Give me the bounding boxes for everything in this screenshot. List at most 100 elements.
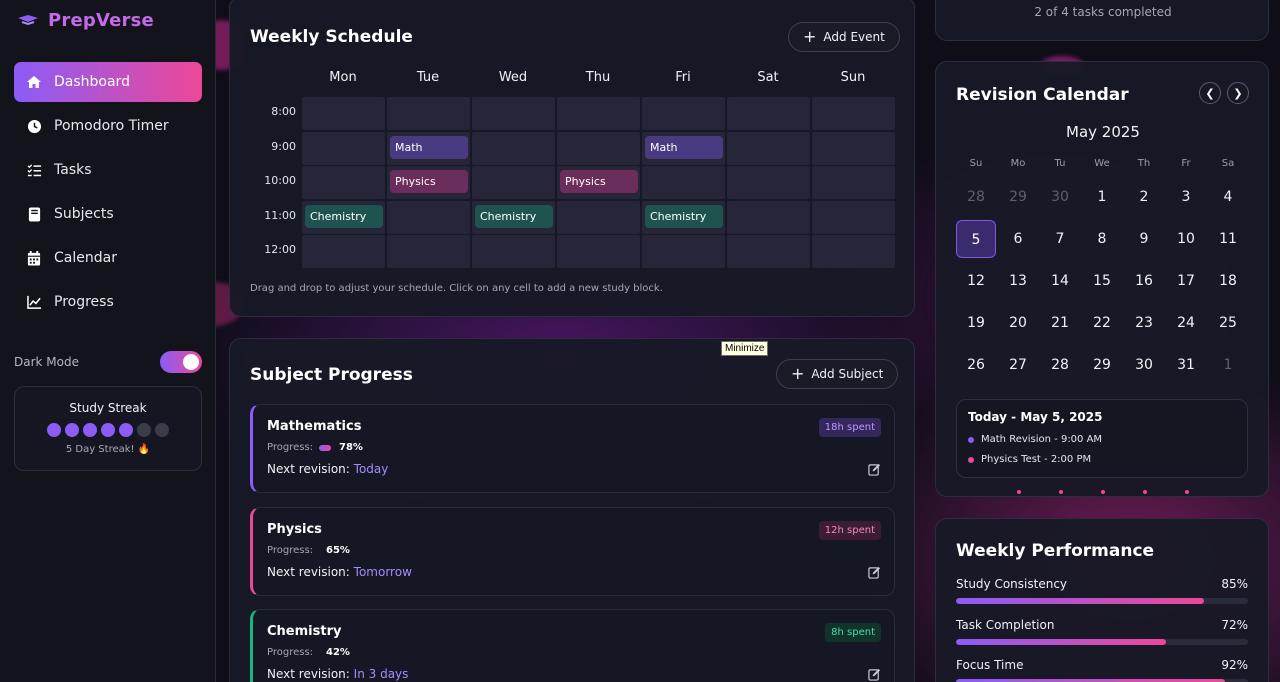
schedule-event[interactable]: Math (645, 135, 723, 159)
sidebar-item-progress[interactable]: Progress (14, 282, 202, 322)
schedule-cell[interactable] (642, 235, 725, 268)
schedule-cell[interactable] (727, 200, 810, 234)
calendar-day[interactable]: 27 (998, 346, 1038, 384)
calendar-day[interactable]: 28 (956, 178, 996, 216)
pager-dot[interactable] (1059, 490, 1063, 494)
calendar-day-today[interactable]: 5 (956, 220, 996, 258)
schedule-cell[interactable] (557, 235, 640, 268)
schedule-cell[interactable] (812, 97, 895, 130)
calendar-day[interactable]: 20 (998, 304, 1038, 342)
today-event[interactable]: Physics Test - 2:00 PM (968, 454, 1091, 465)
pager-dot[interactable] (1017, 490, 1021, 494)
calendar-day[interactable]: 12 (956, 262, 996, 300)
weekday-label: Mo (1010, 158, 1026, 169)
schedule-event[interactable]: Chemistry (645, 204, 723, 228)
calendar-day[interactable]: 1 (1208, 346, 1248, 384)
calendar-day[interactable]: 26 (956, 346, 996, 384)
calendar-day[interactable]: 6 (998, 220, 1038, 258)
sidebar-item-tasks[interactable]: Tasks (14, 150, 202, 190)
add-subject-button[interactable]: + Add Subject (776, 359, 899, 389)
calendar-day[interactable]: 23 (1124, 304, 1164, 342)
calendar-day[interactable]: 14 (1040, 262, 1080, 300)
schedule-cell[interactable] (812, 200, 895, 234)
calendar-day[interactable]: 4 (1208, 178, 1248, 216)
schedule-event[interactable]: Chemistry (305, 204, 383, 228)
calendar-day[interactable]: 15 (1082, 262, 1122, 300)
calendar-day[interactable]: 28 (1040, 346, 1080, 384)
calendar-day[interactable]: 19 (956, 304, 996, 342)
sidebar-item-dashboard[interactable]: Dashboard (14, 62, 202, 102)
calendar-day[interactable]: 17 (1166, 262, 1206, 300)
next-month-button[interactable]: ❯ (1227, 82, 1249, 104)
schedule-cell[interactable] (387, 97, 470, 130)
calendar-day[interactable]: 25 (1208, 304, 1248, 342)
calendar-day[interactable]: 29 (998, 178, 1038, 216)
schedule-cell[interactable] (302, 235, 385, 268)
calendar-day[interactable]: 18 (1208, 262, 1248, 300)
schedule-cell[interactable] (387, 235, 470, 268)
pager-dot[interactable] (1101, 490, 1105, 494)
calendar-day[interactable]: 24 (1166, 304, 1206, 342)
calendar-day[interactable]: 30 (1040, 178, 1080, 216)
calendar-day[interactable]: 3 (1166, 178, 1206, 216)
schedule-cell[interactable] (472, 235, 555, 268)
subject-progress-card: Subject Progress + Add Subject Mathemati… (229, 338, 915, 682)
sidebar-item-subjects[interactable]: Subjects (14, 194, 202, 234)
schedule-cell[interactable] (472, 131, 555, 165)
edit-icon[interactable] (868, 461, 882, 476)
schedule-cell[interactable] (302, 166, 385, 199)
schedule-cell[interactable] (472, 166, 555, 199)
schedule-cell[interactable] (812, 235, 895, 268)
schedule-event[interactable]: Physics (390, 170, 468, 193)
performance-label: Study Consistency (956, 577, 1068, 591)
calendar-title: Revision Calendar (956, 85, 1129, 105)
sidebar-item-pomodoro-timer[interactable]: Pomodoro Timer (14, 106, 202, 146)
calendar-day[interactable]: 21 (1040, 304, 1080, 342)
today-event[interactable]: Math Revision - 9:00 AM (968, 434, 1102, 445)
calendar-day[interactable]: 9 (1124, 220, 1164, 258)
schedule-cell[interactable] (557, 97, 640, 130)
schedule-cell[interactable] (557, 131, 640, 165)
schedule-event[interactable]: Math (390, 135, 468, 159)
dark-mode-toggle[interactable] (160, 351, 202, 373)
schedule-cell[interactable] (472, 97, 555, 130)
calendar-day[interactable]: 22 (1082, 304, 1122, 342)
schedule-cell[interactable] (727, 97, 810, 130)
app-logo[interactable]: PrepVerse (16, 10, 154, 31)
schedule-cell[interactable] (727, 166, 810, 199)
schedule-cell[interactable] (642, 166, 725, 199)
calendar-day[interactable]: 1 (1082, 178, 1122, 216)
calendar-day[interactable]: 8 (1082, 220, 1122, 258)
schedule-cell[interactable] (642, 97, 725, 130)
schedule-cell[interactable] (557, 200, 640, 234)
calendar-day[interactable]: 7 (1040, 220, 1080, 258)
calendar-day[interactable]: 31 (1166, 346, 1206, 384)
pager-dot[interactable] (1185, 490, 1189, 494)
time-spent-badge: 18h spent (818, 418, 881, 437)
schedule-event[interactable]: Physics (560, 170, 638, 193)
schedule-event[interactable]: Chemistry (475, 204, 553, 228)
subject-card[interactable]: Chemistry Progress: 42% Next revision: In 3… (250, 609, 895, 682)
schedule-cell[interactable] (387, 200, 470, 234)
pager-dot[interactable] (1143, 490, 1147, 494)
schedule-cell[interactable] (812, 166, 895, 199)
edit-icon[interactable] (868, 564, 882, 579)
sidebar-item-calendar[interactable]: Calendar (14, 238, 202, 278)
prev-month-button[interactable]: ❮ (1199, 82, 1221, 104)
calendar-day[interactable]: 10 (1166, 220, 1206, 258)
schedule-cell[interactable] (812, 131, 895, 165)
add-event-button[interactable]: + Add Event (788, 22, 900, 52)
calendar-day[interactable]: 11 (1208, 220, 1248, 258)
calendar-day[interactable]: 13 (998, 262, 1038, 300)
subject-card[interactable]: Mathematics Progress: 78% Next revision: To… (250, 404, 895, 493)
schedule-cell[interactable] (302, 131, 385, 165)
schedule-cell[interactable] (727, 235, 810, 268)
schedule-cell[interactable] (302, 97, 385, 130)
subject-card[interactable]: Physics Progress: 65% Next revision: Tomorr… (250, 506, 895, 596)
calendar-day[interactable]: 29 (1082, 346, 1122, 384)
calendar-day[interactable]: 30 (1124, 346, 1164, 384)
edit-icon[interactable] (868, 666, 882, 681)
calendar-day[interactable]: 16 (1124, 262, 1164, 300)
calendar-day[interactable]: 2 (1124, 178, 1164, 216)
schedule-cell[interactable] (727, 131, 810, 165)
